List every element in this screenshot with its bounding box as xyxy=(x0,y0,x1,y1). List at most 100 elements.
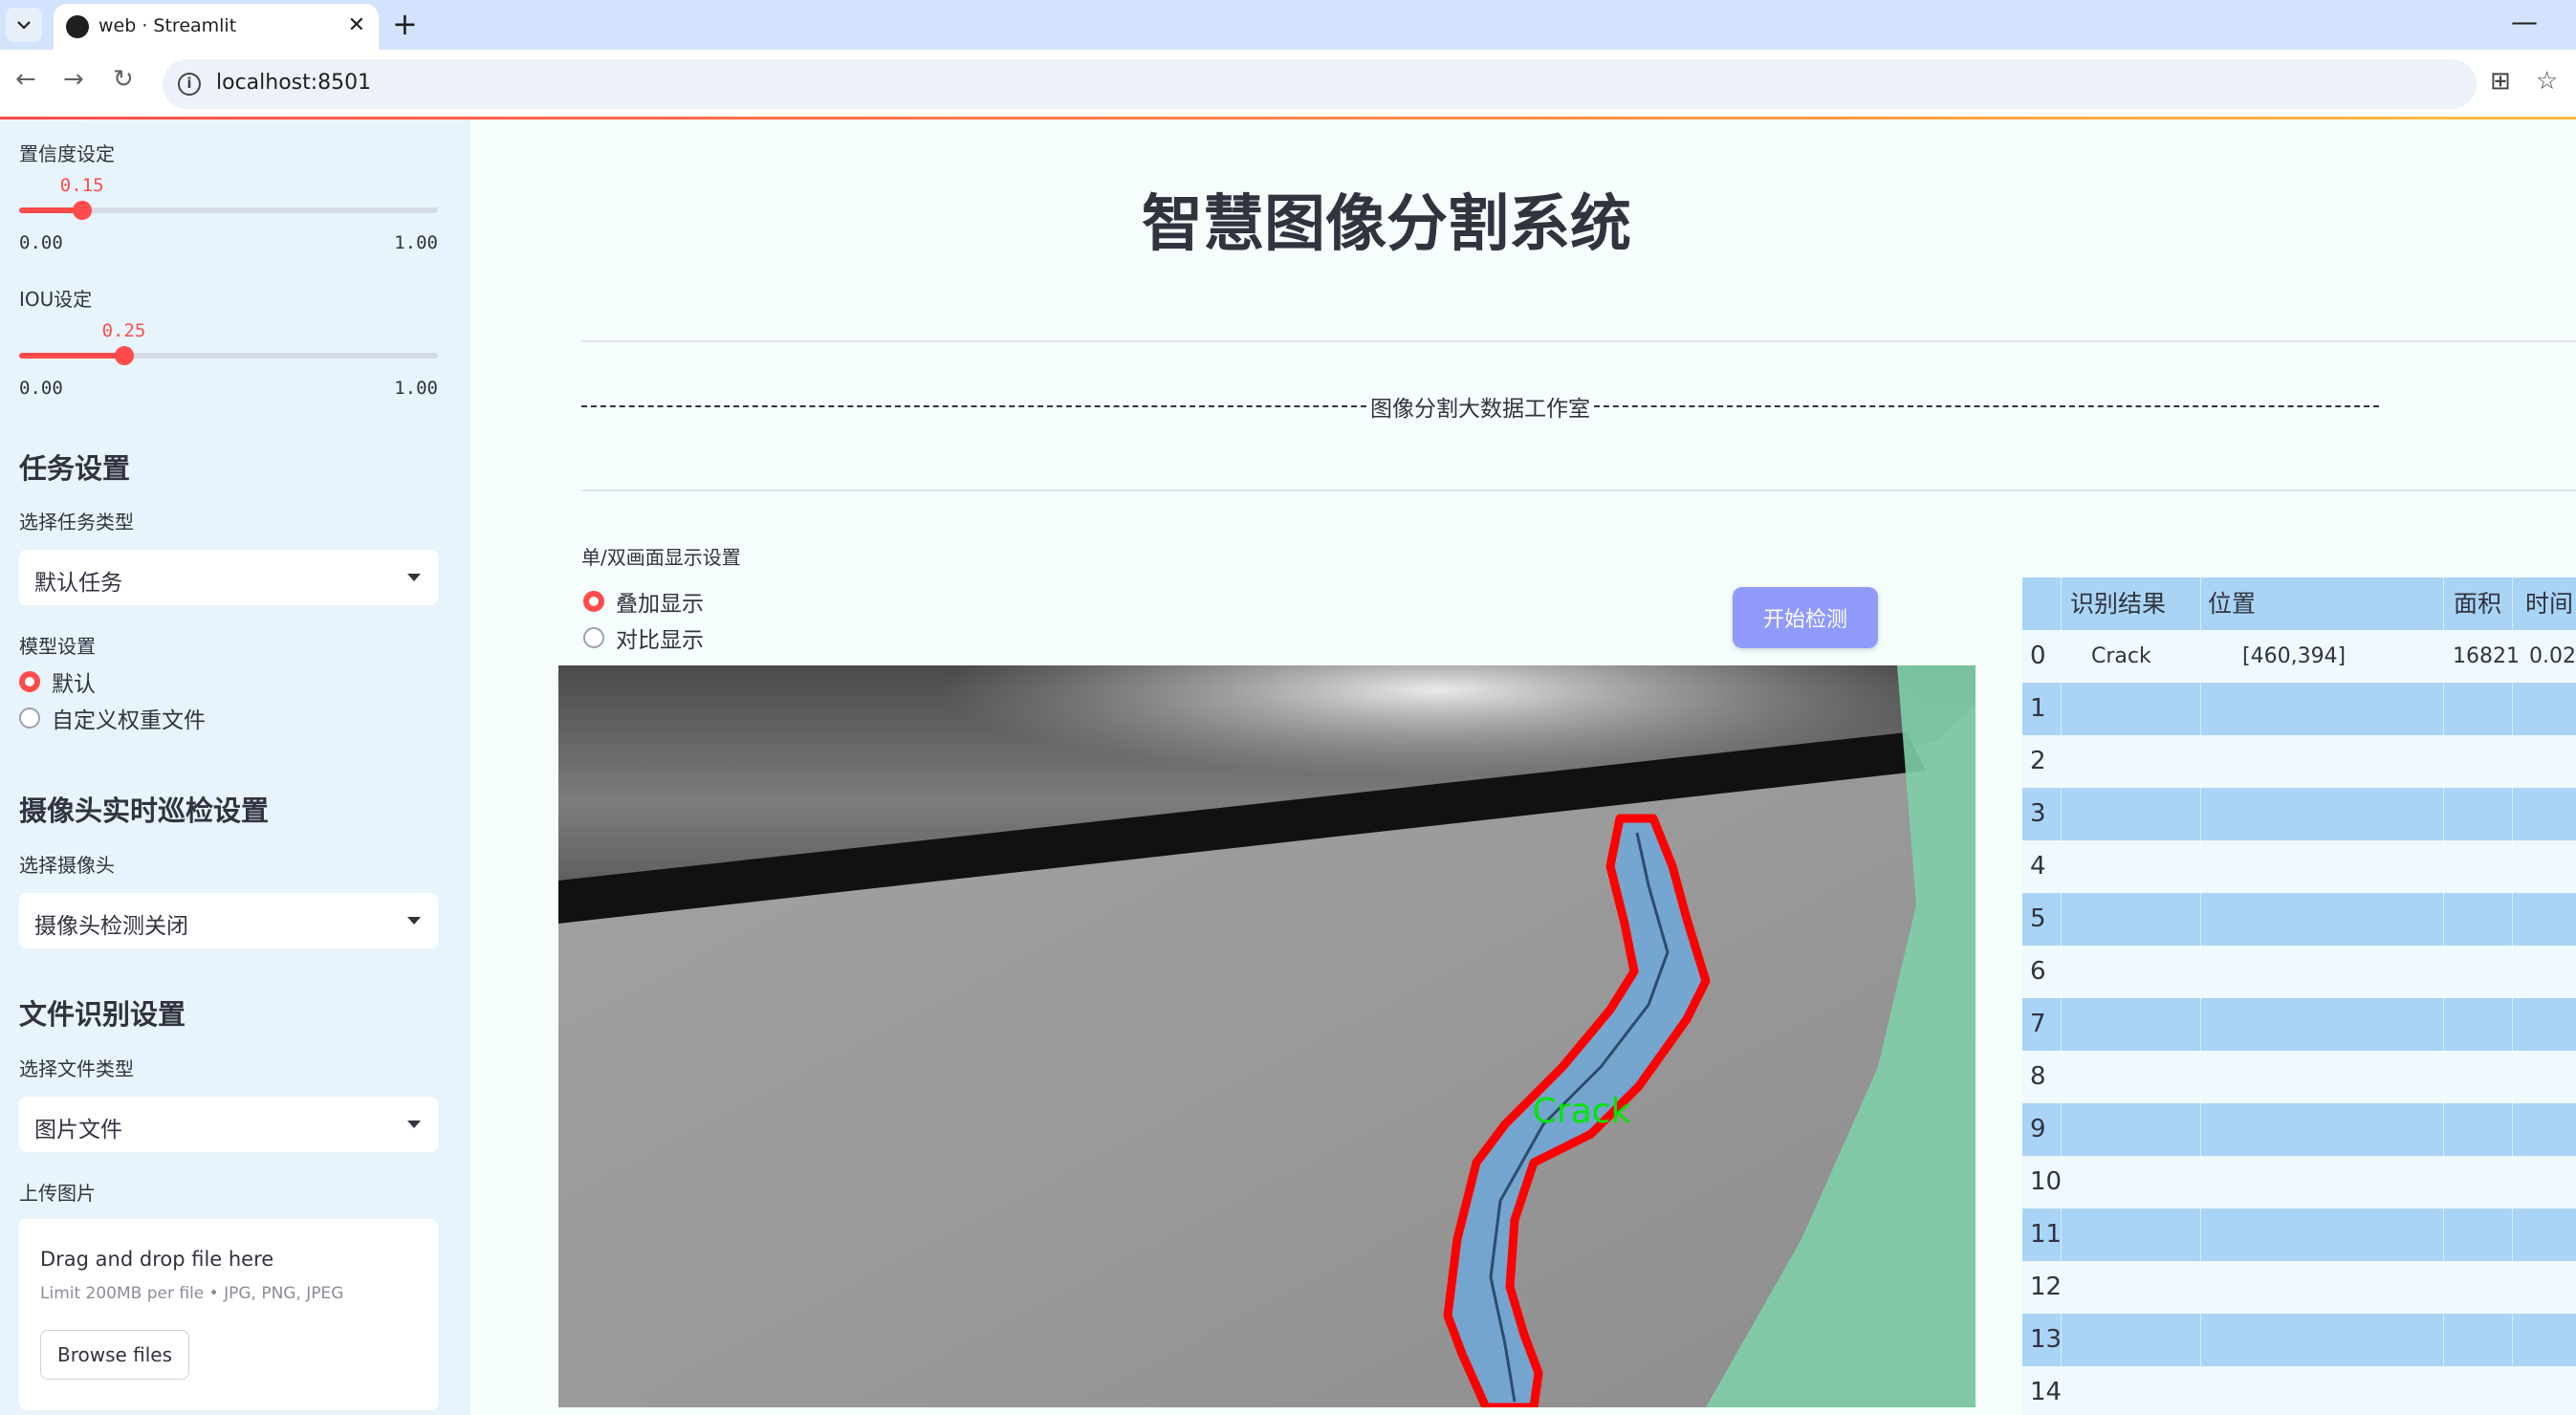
browser-tab-bar: web · Streamlit ✕ + — xyxy=(0,0,2576,50)
cell-index: 8 xyxy=(2030,1062,2046,1091)
browser-tab[interactable]: web · Streamlit ✕ xyxy=(54,4,379,50)
table-row[interactable]: 5 xyxy=(2022,893,2576,946)
column-header[interactable]: 面积 xyxy=(2454,577,2501,630)
table-row[interactable]: 2 xyxy=(2022,735,2576,788)
iou-min: 0.00 xyxy=(19,378,63,399)
cell-result: Crack xyxy=(2091,644,2151,668)
table-row[interactable]: 10 xyxy=(2022,1156,2576,1208)
column-divider xyxy=(2512,1156,2513,1208)
task-settings-heading: 任务设置 xyxy=(19,452,131,485)
column-divider xyxy=(2443,788,2444,840)
segmentation-result-image: Crack xyxy=(558,665,1976,1407)
model-option-custom[interactable]: 自定义权重文件 xyxy=(19,704,206,733)
browse-files-button[interactable]: Browse files xyxy=(40,1330,189,1380)
new-tab-icon[interactable]: + xyxy=(392,6,418,42)
column-divider xyxy=(2061,788,2062,840)
address-bar[interactable]: i localhost:8501 xyxy=(163,59,2477,109)
table-row[interactable]: 0 Crack [460,394] 16821 0.02 xyxy=(2022,630,2576,683)
column-divider xyxy=(2200,1314,2201,1366)
column-divider xyxy=(2061,1103,2062,1156)
table-row[interactable]: 6 xyxy=(2022,946,2576,998)
camera-value: 摄像头检测关闭 xyxy=(34,914,188,939)
column-divider xyxy=(2443,1051,2444,1103)
column-divider xyxy=(2512,840,2513,893)
column-divider xyxy=(2061,683,2062,735)
bookmark-star-icon[interactable]: ☆ xyxy=(2536,67,2558,96)
cell-index: 6 xyxy=(2030,957,2046,986)
radio-unselected-icon[interactable] xyxy=(583,627,604,648)
column-header[interactable]: 识别结果 xyxy=(2070,577,2166,630)
radio-selected-icon[interactable] xyxy=(19,671,40,692)
model-option-label: 自定义权重文件 xyxy=(52,708,206,733)
column-divider xyxy=(2443,1103,2444,1156)
tab-search-button[interactable] xyxy=(6,8,42,42)
column-divider xyxy=(2200,683,2201,735)
column-divider xyxy=(2200,893,2201,946)
column-divider xyxy=(2443,735,2444,788)
column-divider xyxy=(2512,946,2513,998)
table-row[interactable]: 3 xyxy=(2022,788,2576,840)
tab-title: web · Streamlit xyxy=(98,15,237,36)
file-type-select[interactable]: 图片文件 xyxy=(19,1097,438,1152)
column-divider xyxy=(2200,1261,2201,1314)
model-option-label: 默认 xyxy=(52,672,96,697)
column-divider xyxy=(2443,1366,2444,1415)
back-arrow-icon[interactable]: ← xyxy=(15,65,36,94)
start-detection-button[interactable]: 开始检测 xyxy=(1733,587,1878,648)
column-divider xyxy=(2061,840,2062,893)
table-row[interactable]: 4 xyxy=(2022,840,2576,893)
confidence-slider[interactable]: 0.15 0.00 1.00 xyxy=(19,175,438,253)
site-info-icon[interactable]: i xyxy=(178,73,201,96)
column-divider xyxy=(2443,946,2444,998)
cell-index: 12 xyxy=(2030,1273,2063,1301)
forward-arrow-icon[interactable]: → xyxy=(63,65,84,94)
iou-slider-thumb[interactable] xyxy=(114,346,134,365)
file-dropzone[interactable]: Drag and drop file here Limit 200MB per … xyxy=(19,1219,438,1410)
column-divider xyxy=(2443,577,2444,630)
table-row[interactable]: 11 xyxy=(2022,1208,2576,1261)
file-settings-heading: 文件识别设置 xyxy=(19,998,186,1031)
model-option-default[interactable]: 默认 xyxy=(19,667,96,697)
table-header-row: 识别结果 位置 面积 时间 xyxy=(2022,577,2576,630)
display-option-label: 对比显示 xyxy=(616,628,704,653)
column-header[interactable]: 时间 xyxy=(2525,577,2573,630)
task-type-label: 选择任务类型 xyxy=(19,511,134,533)
table-row[interactable]: 8 xyxy=(2022,1051,2576,1103)
cell-index: 4 xyxy=(2030,852,2046,881)
column-header[interactable]: 位置 xyxy=(2208,577,2256,630)
upload-label: 上传图片 xyxy=(19,1182,96,1205)
column-divider xyxy=(2512,998,2513,1051)
confidence-max: 1.00 xyxy=(394,232,438,253)
display-option-overlay[interactable]: 叠加显示 xyxy=(583,587,704,617)
dash-rule xyxy=(581,405,1366,407)
table-row[interactable]: 13 xyxy=(2022,1314,2576,1366)
display-option-compare[interactable]: 对比显示 xyxy=(583,623,704,653)
translate-icon[interactable]: ⊞ xyxy=(2490,67,2511,96)
table-row[interactable]: 12 xyxy=(2022,1261,2576,1314)
radio-selected-icon[interactable] xyxy=(583,591,604,612)
results-table[interactable]: 识别结果 位置 面积 时间 0 Crack [460,394] 16821 0.02 1 2 3 4 5 6… xyxy=(2022,577,2576,1415)
model-settings-label: 模型设置 xyxy=(19,635,96,658)
confidence-slider-thumb[interactable] xyxy=(72,201,92,220)
radio-unselected-icon[interactable] xyxy=(19,708,40,729)
caret-down-icon xyxy=(407,574,421,581)
table-row[interactable]: 9 xyxy=(2022,1103,2576,1156)
minimize-window-icon[interactable]: — xyxy=(2511,6,2538,37)
column-divider xyxy=(2443,840,2444,893)
cell-index: 7 xyxy=(2030,1010,2046,1038)
reload-icon[interactable]: ↻ xyxy=(113,65,134,94)
file-type-label: 选择文件类型 xyxy=(19,1057,134,1080)
column-divider xyxy=(2200,788,2201,840)
close-tab-icon[interactable]: ✕ xyxy=(348,13,365,37)
column-divider xyxy=(2200,840,2201,893)
column-divider xyxy=(2512,1261,2513,1314)
iou-max: 1.00 xyxy=(394,378,438,399)
column-divider xyxy=(2200,998,2201,1051)
table-row[interactable]: 7 xyxy=(2022,998,2576,1051)
camera-select[interactable]: 摄像头检测关闭 xyxy=(19,893,438,948)
table-row[interactable]: 1 xyxy=(2022,683,2576,735)
iou-slider[interactable]: 0.25 0.00 1.00 xyxy=(19,320,438,399)
table-row[interactable]: 14 xyxy=(2022,1366,2576,1415)
column-divider xyxy=(2512,683,2513,735)
task-type-select[interactable]: 默认任务 xyxy=(19,550,438,605)
